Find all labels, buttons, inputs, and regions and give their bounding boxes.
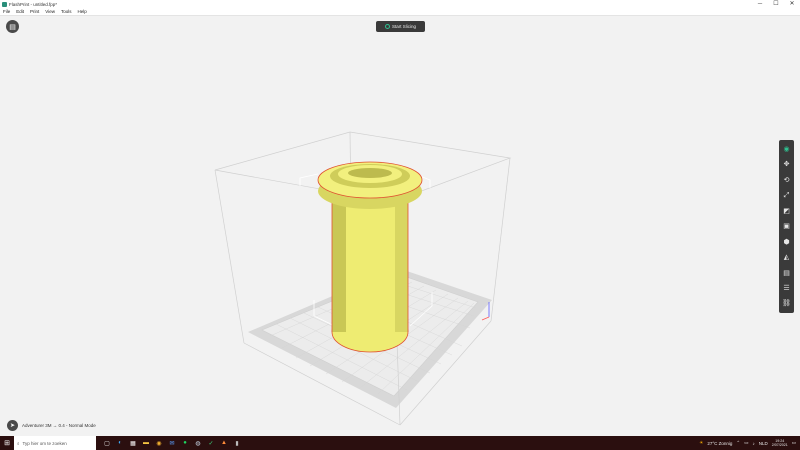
window-title: FlashPrint - untitled.fpp* [9,1,58,7]
windows-taskbar: ⊞ ⌕ Typ hier om te zoeken ▢ ◐ ▦ ▬ ◉ ✉ ● … [0,436,800,450]
menu-tools[interactable]: Tools [61,9,72,14]
language-label[interactable]: NLD [759,441,768,446]
weather-label[interactable]: 27°C Zonnig [707,441,732,446]
edge-icon[interactable]: ◐ [115,439,125,448]
app-icon[interactable]: ✓ [206,439,216,448]
start-slicing-label: Start Slicing [391,24,416,29]
3d-viewport[interactable]: ▤ Start Slicing ◉ ✥ ⟲ ⤢ ◩ ▣ ⬢ ◭ ▤ ☰ ⛓ ➤ … [0,16,800,436]
cylinder-model[interactable] [317,161,423,353]
scene-svg[interactable] [0,16,800,436]
start-slicing-button[interactable]: Start Slicing [376,21,425,32]
weather-icon: ☀ [699,440,704,445]
minimize-button[interactable]: ─ [752,0,768,8]
explorer-icon[interactable]: ▬ [141,439,151,448]
close-button[interactable]: ✕ [784,0,800,8]
chrome-icon[interactable]: ◉ [154,439,164,448]
flashprint-icon[interactable]: ▲ [219,439,229,448]
printer-connect-icon[interactable]: ➤ [7,420,18,431]
spotify-icon[interactable]: ● [180,439,190,448]
mail-icon[interactable]: ✉ [167,439,177,448]
material-icon[interactable]: ▤ [781,267,792,280]
file-icon[interactable]: ▤ [6,20,19,33]
printer-mode-label: Adventurer 3M → 0.4 - Normal Mode [22,423,96,428]
menu-help[interactable]: Help [78,9,87,14]
volume-icon[interactable]: ♪ [752,441,754,446]
task-view-icon[interactable]: ▢ [102,439,112,448]
menu-file[interactable]: File [3,9,10,14]
store-icon[interactable]: ▦ [128,439,138,448]
tray-arrow-icon[interactable]: ⌃ [736,440,740,446]
cmd-icon[interactable]: ▮ [232,439,242,448]
rotate-icon[interactable]: ⟲ [781,174,792,187]
support-icon[interactable]: ▣ [781,220,792,233]
scale-icon[interactable]: ⤢ [781,189,792,202]
move-icon[interactable]: ✥ [781,158,792,171]
taskbar-apps: ▢ ◐ ▦ ▬ ◉ ✉ ● ◍ ✓ ▲ ▮ [102,439,242,448]
search-icon: ⌕ [17,440,20,446]
steam-icon[interactable]: ◍ [193,439,203,448]
slice-icon [384,24,390,29]
notification-icon[interactable]: ▭ [792,440,796,446]
system-tray: ☀ 27°C Zonnig ⌃ ▭ ♪ NLD 19:24 2/07/2021 … [699,439,800,448]
cut-icon[interactable]: ◩ [781,205,792,218]
app-logo-icon [2,1,7,7]
menu-edit[interactable]: Edit [16,9,24,14]
measure-icon[interactable]: ◭ [781,251,792,264]
menu-view[interactable]: View [45,9,55,14]
menu-bar: File Edit Print View Tools Help [0,8,800,16]
clock-date: 2/07/2021 [771,443,788,447]
title-bar: FlashPrint - untitled.fpp* ─ ☐ ✕ [0,0,800,8]
clock[interactable]: 19:24 2/07/2021 [772,439,788,448]
network-icon[interactable]: ▭ [744,440,748,446]
view-icon[interactable]: ◉ [781,143,792,156]
maximize-button[interactable]: ☐ [768,0,784,8]
link-icon[interactable]: ⛓ [781,298,792,311]
menu-print[interactable]: Print [30,9,39,14]
windows-start-icon[interactable]: ⊞ [0,436,14,450]
settings-icon[interactable]: ☰ [781,282,792,295]
right-toolbar: ◉ ✥ ⟲ ⤢ ◩ ▣ ⬢ ◭ ▤ ☰ ⛓ [779,140,794,313]
printer-status: ➤ Adventurer 3M → 0.4 - Normal Mode [7,420,96,431]
layers-icon[interactable]: ⬢ [781,236,792,249]
taskbar-search-input[interactable]: ⌕ Typ hier om te zoeken [14,436,96,450]
search-placeholder: Typ hier om te zoeken [22,440,67,446]
